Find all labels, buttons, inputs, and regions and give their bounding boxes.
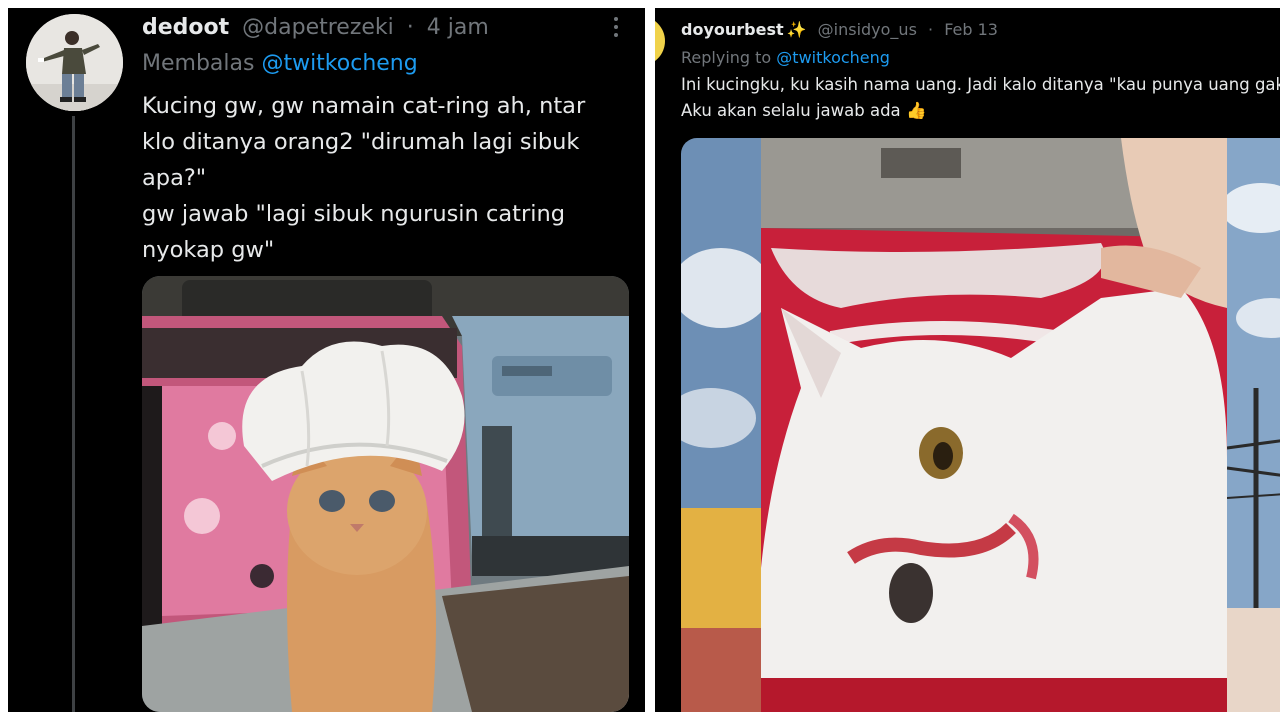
right-tweet-panel: doyourbest ✨ @insidyo_us · Feb 13 Replyin… [655,8,1280,712]
tweet-text-line: Kucing gw, gw namain cat-ring ah, ntar [142,93,586,119]
kitten-chef-hat-photo-icon [142,276,629,712]
tweet-text: Ini kucingku, ku kasih nama uang. Jadi k… [681,72,1280,124]
thumbs-up-icon: 👍 [905,101,927,120]
white-cat-collage-photo-icon [681,138,1280,712]
thread-line [72,116,75,712]
reply-context: Replying to @twitkocheng [681,46,890,70]
tweet-text-line: apa?" [142,165,207,191]
tweet-text-line: gw jawab "lagi sibuk ngurusin catring [142,201,565,227]
timestamp[interactable]: Feb 13 [944,20,998,39]
reply-context: Membalas @twitkocheng [142,48,418,80]
display-name[interactable]: dedoot [142,15,229,40]
sparkle-icon: ✨ [786,20,807,39]
avatar[interactable] [26,14,123,111]
reply-prefix: Membalas [142,51,255,76]
reply-prefix: Replying to [681,48,772,67]
avatar[interactable] [655,16,665,66]
tweet-media[interactable] [142,276,629,712]
reply-mention-link[interactable]: @twitkocheng [261,51,417,76]
separator: · [928,20,934,39]
tweet-header: doyourbest ✨ @insidyo_us · Feb 13 [681,18,998,42]
left-tweet-panel: dedoot @dapetrezeki · 4 jam Membalas @tw… [8,8,645,712]
tweet-text-line: nyokap gw" [142,237,275,263]
tweet-text-line: klo ditanya orang2 "dirumah lagi sibuk [142,129,580,155]
person-avatar-icon [26,14,123,111]
tweet-text-line: Ini kucingku, ku kasih nama uang. Jadi k… [681,75,1280,94]
tweet-text: Kucing gw, gw namain cat-ring ah, ntar k… [142,88,622,268]
tweet-media[interactable] [681,138,1280,712]
reply-mention-link[interactable]: @twitkocheng [776,48,890,67]
tweet-text-line: Aku akan selalu jawab ada [681,101,901,120]
separator: · [406,15,414,40]
more-options-icon[interactable] [604,13,628,43]
handle[interactable]: @dapetrezeki [242,15,394,40]
tweet-header: dedoot @dapetrezeki · 4 jam [142,10,489,46]
display-name[interactable]: doyourbest [681,20,784,39]
timestamp[interactable]: 4 jam [427,15,489,40]
handle[interactable]: @insidyo_us [818,20,917,39]
